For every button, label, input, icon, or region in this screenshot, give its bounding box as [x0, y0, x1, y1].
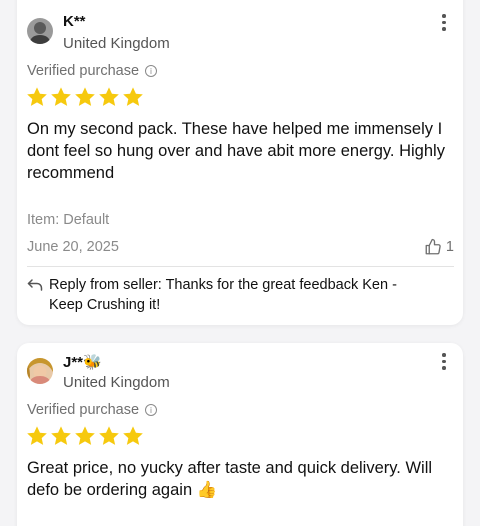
review-card: J**🐝 United Kingdom Verified purchase i … [17, 343, 463, 526]
star-icon [51, 87, 71, 106]
more-options-icon[interactable] [439, 14, 449, 32]
star-icon [75, 87, 95, 106]
reviewer-avatar [27, 18, 53, 44]
star-icon [123, 87, 143, 106]
star-icon [99, 426, 119, 445]
review-date: June 20, 2025 [27, 239, 119, 255]
star-icon [99, 87, 119, 106]
verified-text: Verified purchase [27, 63, 140, 79]
verified-purchase-label: Verified purchase i [27, 402, 158, 418]
seller-reply: Reply from seller: Thanks for the great … [49, 277, 397, 313]
divider [27, 266, 454, 267]
review-text: Great price, no yucky after taste and qu… [27, 459, 433, 499]
thumbs-up-icon [425, 238, 441, 255]
reviewer-country: United Kingdom [63, 35, 170, 52]
review-text: On my second pack. These have helped me … [27, 120, 445, 182]
info-icon[interactable]: i [145, 65, 158, 77]
verified-text: Verified purchase [27, 402, 140, 418]
verified-purchase-label: Verified purchase i [27, 63, 158, 79]
helpful-count: 1 [445, 239, 454, 255]
reviewer-country: United Kingdom [63, 374, 170, 391]
star-icon [27, 426, 47, 445]
star-icon [27, 87, 47, 106]
star-icon [51, 426, 71, 445]
info-icon[interactable]: i [145, 404, 158, 416]
review-card: K** United Kingdom Verified purchase i O… [17, 0, 463, 325]
reviewer-name: J**🐝 [63, 354, 102, 371]
star-icon [75, 426, 95, 445]
reviewer-name: K** [63, 13, 86, 30]
reviewer-avatar [27, 358, 53, 384]
star-icon [123, 426, 143, 445]
star-rating [26, 86, 144, 108]
star-rating [26, 425, 144, 447]
more-options-icon[interactable] [439, 353, 449, 371]
helpful-button[interactable]: 1 [424, 238, 454, 256]
reply-arrow-icon [27, 279, 43, 291]
item-variant: Item: Default [27, 212, 110, 228]
